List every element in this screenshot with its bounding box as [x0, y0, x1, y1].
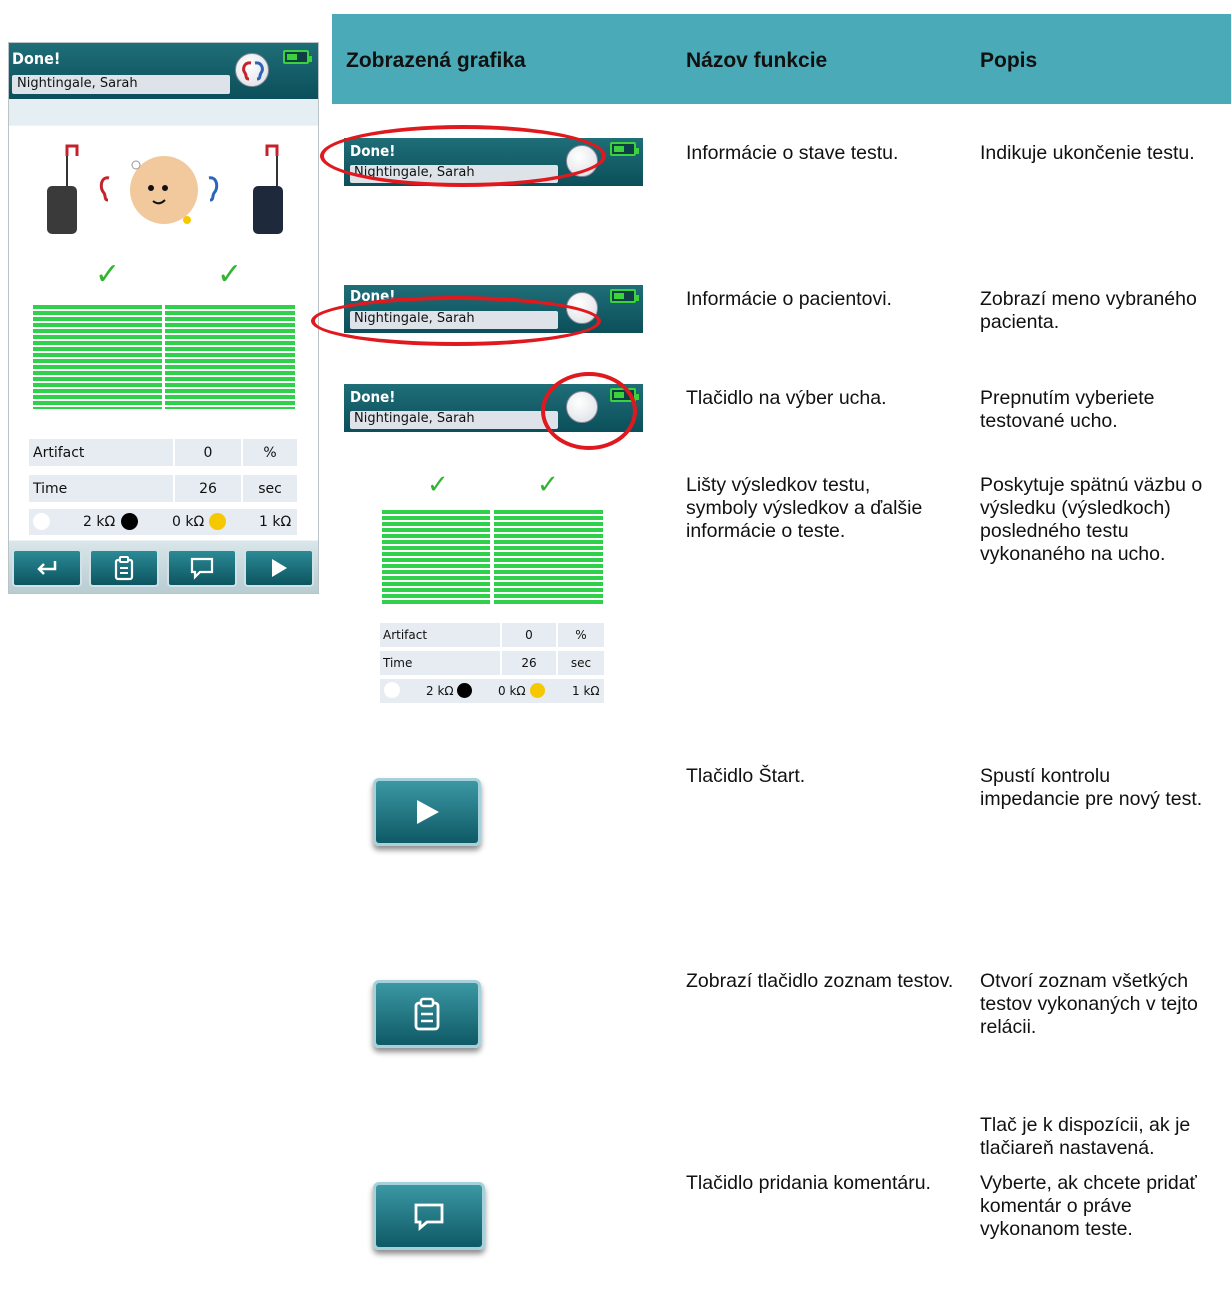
row-desc: Vyberte, ak chcete pridať komentár o prá… — [980, 1172, 1197, 1240]
row-desc: Indikuje ukončenie testu. — [980, 142, 1195, 164]
mini-left-check-icon: ✓ — [427, 470, 449, 500]
row-desc: Poskytuje spätnú väzbu o výsledku (výsle… — [980, 474, 1203, 565]
info-value-artifact: 0 — [175, 439, 241, 466]
mini-patient-field: Nightingale, Sarah — [350, 411, 558, 429]
header-graphic: Zobrazená grafika — [346, 49, 526, 72]
info-unit-artifact: % — [243, 439, 297, 466]
left-result-bar — [33, 305, 162, 409]
impedance-row — [29, 509, 297, 535]
comment-icon — [414, 1203, 444, 1231]
info-label-time: Time — [29, 475, 173, 502]
highlight-ring-status — [320, 125, 606, 187]
clipboard-icon — [114, 556, 134, 581]
device-screen: Done! Nightingale, Sarah ✓ ✓ Artifact 0 … — [8, 42, 319, 594]
mini-info-unit-artifact: % — [558, 623, 604, 647]
impedance-indicator-empty — [33, 513, 50, 530]
row-name: Tlačidlo na výber ucha. — [686, 387, 887, 409]
right-result-bar — [165, 305, 295, 409]
mini-impedance-indicator-black — [457, 683, 472, 698]
mini-impedance-value: 1 kΩ — [572, 684, 600, 698]
row-desc: Spustí kontrolu impedancie pre nový test… — [980, 765, 1203, 810]
impedance-indicator-yellow — [209, 513, 226, 530]
return-icon — [37, 561, 57, 575]
right-ear-icon — [208, 176, 219, 202]
start-button[interactable] — [244, 549, 314, 587]
info-unit-time: sec — [243, 475, 297, 502]
comment-button[interactable] — [167, 549, 237, 587]
row-name: Zobrazí tlačidlo zoznam testov. — [686, 970, 954, 992]
ears-icon — [242, 61, 264, 81]
row-desc: Otvorí zoznam všetkých testov vykonaných… — [980, 970, 1198, 1038]
info-value-time: 26 — [175, 475, 241, 502]
highlight-ring-ear — [541, 372, 637, 450]
row-name: Tlačidlo Štart. — [686, 765, 806, 787]
row-name: Informácie o pacientovi. — [686, 288, 892, 310]
mini-info-value-artifact: 0 — [502, 623, 556, 647]
mini-impedance-row — [380, 679, 604, 703]
status-text: Done! — [12, 49, 61, 68]
test-illustration — [9, 126, 318, 276]
header-spacer — [9, 99, 318, 125]
mini-info-value-time: 26 — [502, 651, 556, 675]
right-probe-icon — [253, 144, 283, 234]
impedance-value: 0 kΩ — [172, 514, 205, 530]
play-icon — [272, 559, 287, 577]
mini-info-unit-time: sec — [558, 651, 604, 675]
mini-info-label-time: Time — [380, 651, 500, 675]
clipboard-icon — [414, 997, 440, 1031]
mini-impedance-indicator-empty — [384, 682, 400, 698]
play-icon — [417, 800, 439, 824]
left-pass-check-icon: ✓ — [95, 257, 121, 292]
left-probe-icon — [47, 144, 79, 234]
row-desc: Zobrazí meno vybraného pacienta. — [980, 288, 1197, 333]
row-name: Lišty výsledkov testu, symboly výsledkov… — [686, 474, 923, 542]
mini-impedance-indicator-yellow — [530, 683, 545, 698]
header-description: Popis — [980, 49, 1038, 72]
device-header: Done! Nightingale, Sarah — [9, 43, 318, 99]
large-start-button — [373, 778, 481, 846]
battery-icon — [610, 142, 639, 156]
info-label-artifact: Artifact — [29, 439, 173, 466]
mini-right-check-icon: ✓ — [537, 470, 559, 500]
highlight-ring-patient — [311, 296, 601, 346]
large-comment-button — [373, 1182, 485, 1250]
baby-face-icon — [130, 156, 198, 224]
mini-impedance-value: 0 kΩ — [498, 684, 526, 698]
patient-name-field[interactable]: Nightingale, Sarah — [12, 75, 230, 94]
row-desc: Tlač je k dispozícii, ak je tlačiareň na… — [980, 1114, 1191, 1159]
mini-info-label-artifact: Artifact — [380, 623, 500, 647]
left-ear-icon — [99, 176, 110, 202]
mini-status-text: Done! — [350, 388, 396, 406]
impedance-value: 1 kΩ — [259, 514, 292, 530]
mini-right-result-bar — [494, 510, 603, 606]
row-name: Informácie o stave testu. — [686, 142, 899, 164]
header-function-name: Názov funkcie — [686, 49, 828, 72]
test-list-button[interactable] — [89, 549, 159, 587]
mini-left-result-bar — [382, 510, 490, 606]
ear-select-button[interactable] — [235, 53, 269, 87]
row-name: Tlačidlo pridania komentáru. — [686, 1172, 931, 1194]
battery-icon — [610, 289, 639, 303]
row-desc: Prepnutím vyberiete testované ucho. — [980, 387, 1155, 432]
back-button[interactable] — [12, 549, 82, 587]
mini-impedance-value: 2 kΩ — [426, 684, 454, 698]
large-test-list-button — [373, 980, 481, 1048]
right-pass-check-icon: ✓ — [217, 257, 243, 292]
impedance-value: 2 kΩ — [83, 514, 116, 530]
battery-icon — [283, 50, 312, 64]
comment-icon — [190, 557, 214, 580]
impedance-indicator-black — [121, 513, 138, 530]
